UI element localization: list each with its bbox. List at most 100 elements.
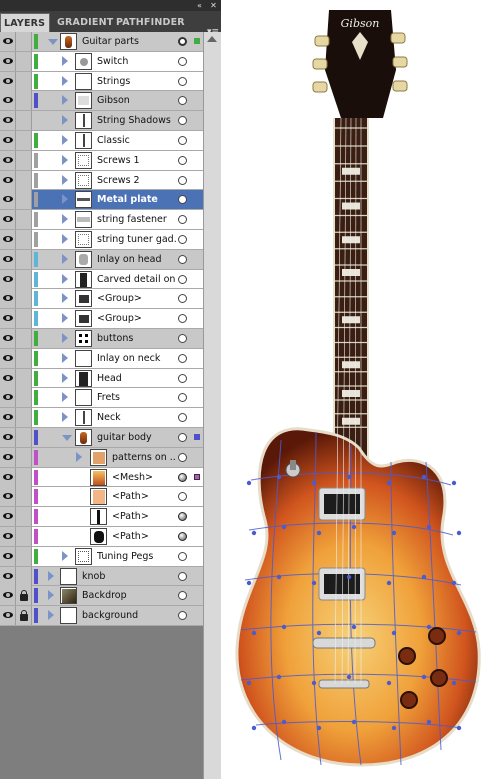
selection-square-icon[interactable] <box>194 38 200 44</box>
target-icon[interactable] <box>178 433 187 442</box>
target-icon[interactable] <box>178 373 187 383</box>
layer-name[interactable]: string tuner gad... <box>97 230 176 249</box>
visibility-toggle[interactable] <box>0 91 16 111</box>
layer-row[interactable]: <Path> <box>0 527 203 547</box>
layer-row[interactable]: Inlay on neck <box>0 348 203 369</box>
layer-name[interactable]: <Group> <box>97 309 176 328</box>
expand-closed-icon[interactable] <box>62 95 68 106</box>
expand-closed-icon[interactable] <box>62 372 68 383</box>
lock-toggle[interactable] <box>16 388 32 408</box>
visibility-toggle[interactable] <box>0 586 16 606</box>
lock-toggle[interactable] <box>16 32 32 51</box>
lock-toggle[interactable] <box>16 91 32 111</box>
layer-row[interactable]: Strings <box>0 71 203 92</box>
layer-row[interactable]: <Path> <box>0 487 203 508</box>
target-icon[interactable] <box>178 334 187 343</box>
visibility-toggle[interactable] <box>0 428 16 447</box>
visibility-toggle[interactable] <box>0 368 16 388</box>
visibility-toggle[interactable] <box>0 131 16 150</box>
layer-row[interactable]: background <box>0 606 203 626</box>
lock-toggle[interactable] <box>16 210 32 230</box>
lock-toggle[interactable] <box>16 111 32 131</box>
scrollbar[interactable] <box>203 32 221 779</box>
lock-toggle[interactable] <box>16 546 32 566</box>
lock-toggle[interactable] <box>16 566 32 586</box>
target-icon[interactable] <box>178 353 187 363</box>
tab-gradient[interactable]: GRADIENT <box>54 13 116 32</box>
layer-row[interactable]: guitar body <box>0 428 203 448</box>
layer-name[interactable]: Classic <box>97 131 176 150</box>
lock-toggle[interactable] <box>16 606 32 626</box>
expand-closed-icon[interactable] <box>62 392 68 403</box>
expand-closed-icon[interactable] <box>62 234 68 244</box>
expand-closed-icon[interactable] <box>62 75 68 86</box>
visibility-toggle[interactable] <box>0 51 16 71</box>
visibility-toggle[interactable] <box>0 309 16 329</box>
target-icon[interactable] <box>178 492 187 502</box>
target-icon[interactable] <box>178 155 187 165</box>
layer-name[interactable]: Neck <box>97 408 176 427</box>
layer-name[interactable]: <Path> <box>112 527 176 546</box>
layer-row[interactable]: string tuner gad... <box>0 230 203 250</box>
visibility-toggle[interactable] <box>0 447 16 467</box>
expand-closed-icon[interactable] <box>62 293 68 304</box>
scroll-up-icon[interactable] <box>207 36 217 42</box>
tab-layers[interactable]: LAYERS <box>0 13 50 32</box>
tab-pathfinder[interactable]: PATHFINDER <box>113 13 188 32</box>
collapse-icon[interactable]: « <box>194 0 205 11</box>
layer-row[interactable]: Carved detail on... <box>0 269 203 290</box>
layer-row[interactable]: Backdrop <box>0 586 203 607</box>
layer-name[interactable]: Gibson <box>97 91 176 110</box>
target-icon[interactable] <box>178 175 187 185</box>
target-icon[interactable] <box>178 96 187 106</box>
lock-toggle[interactable] <box>16 309 32 329</box>
visibility-toggle[interactable] <box>0 388 16 408</box>
expand-closed-icon[interactable] <box>62 174 68 185</box>
layer-row[interactable]: knob <box>0 566 203 587</box>
expand-closed-icon[interactable] <box>48 610 54 621</box>
visibility-toggle[interactable] <box>0 269 16 289</box>
lock-toggle[interactable] <box>16 428 32 447</box>
target-icon[interactable] <box>178 116 187 126</box>
target-icon[interactable] <box>178 235 187 244</box>
visibility-toggle[interactable] <box>0 408 16 428</box>
lock-toggle[interactable] <box>16 586 32 606</box>
expand-closed-icon[interactable] <box>76 451 82 462</box>
target-icon[interactable] <box>178 136 187 145</box>
target-icon[interactable] <box>178 532 187 541</box>
lock-toggle[interactable] <box>16 447 32 467</box>
layer-row[interactable]: Gibson <box>0 91 203 112</box>
layer-row[interactable]: Guitar parts <box>0 32 203 52</box>
target-icon[interactable] <box>178 56 187 66</box>
target-icon[interactable] <box>178 195 187 205</box>
selection-square-icon[interactable] <box>194 473 200 480</box>
layer-name[interactable]: String Shadows <box>97 111 176 130</box>
expand-closed-icon[interactable] <box>62 214 68 225</box>
expand-closed-icon[interactable] <box>62 115 68 126</box>
expand-closed-icon[interactable] <box>62 55 68 66</box>
layer-row[interactable]: string fastener <box>0 210 203 230</box>
lock-toggle[interactable] <box>16 51 32 71</box>
layer-name[interactable]: Switch <box>97 52 176 71</box>
visibility-toggle[interactable] <box>0 111 16 131</box>
layer-name[interactable]: Carved detail on... <box>97 270 176 289</box>
target-icon[interactable] <box>178 512 187 522</box>
layer-name[interactable]: Head <box>97 369 176 388</box>
visibility-toggle[interactable] <box>0 170 16 190</box>
lock-toggle[interactable] <box>16 190 32 210</box>
layer-name[interactable]: buttons <box>97 329 176 348</box>
layer-name[interactable]: <Group> <box>97 289 176 308</box>
lock-toggle[interactable] <box>16 131 32 150</box>
lock-toggle[interactable] <box>16 487 32 507</box>
visibility-toggle[interactable] <box>0 230 16 249</box>
layer-row[interactable]: patterns on ... <box>0 447 203 468</box>
target-icon[interactable] <box>178 294 187 304</box>
layer-name[interactable]: Tuning Pegs <box>97 547 176 566</box>
artboard-canvas[interactable]: Gibson <box>221 0 495 779</box>
expand-closed-icon[interactable] <box>62 194 68 205</box>
expand-open-icon[interactable] <box>62 435 72 441</box>
target-icon[interactable] <box>178 37 187 46</box>
layer-row[interactable]: Tuning Pegs <box>0 546 203 567</box>
layer-row[interactable]: Inlay on head <box>0 249 203 270</box>
layer-name[interactable]: Screws 1 <box>97 151 176 170</box>
